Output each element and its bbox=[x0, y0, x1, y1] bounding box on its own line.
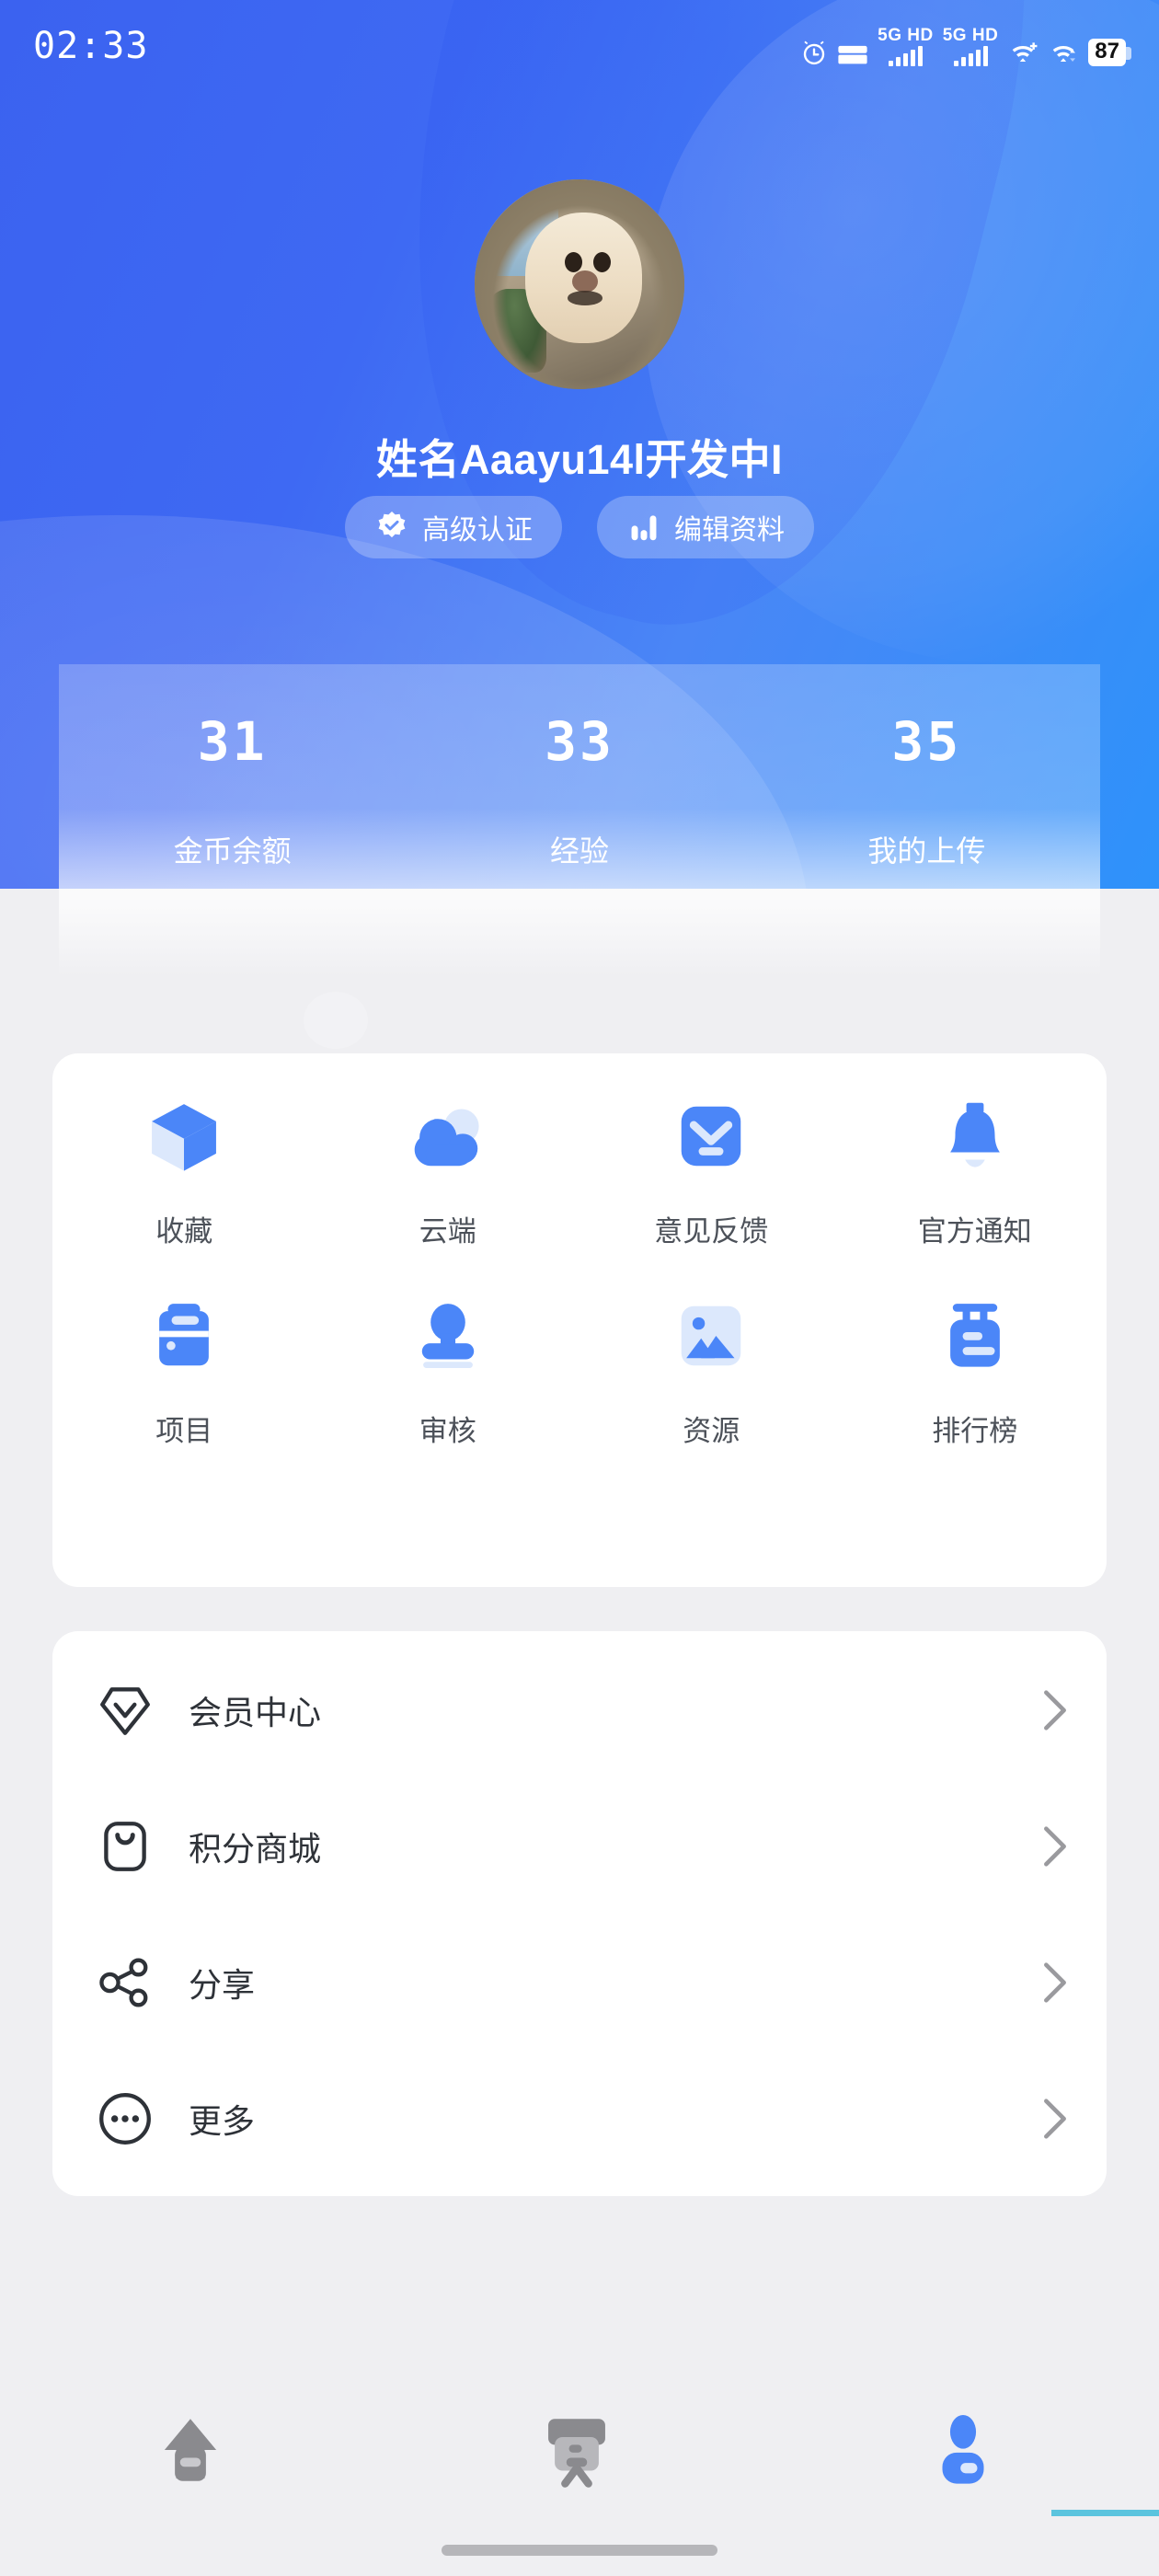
presentation-icon bbox=[535, 2409, 624, 2497]
chevron-right-icon bbox=[1037, 1958, 1073, 2007]
status-time: 02:33 bbox=[33, 25, 149, 67]
stat-label: 金币余额 bbox=[173, 834, 292, 868]
menu-item-label: 积分商城 bbox=[189, 1830, 322, 1868]
quick-actions-grid: 收藏 云端 意见反馈 官方通知 项目 审核 资源 排行榜 bbox=[52, 1092, 1107, 1449]
grid-item-label: 资源 bbox=[683, 1415, 740, 1447]
grid-item-label: 排行榜 bbox=[932, 1415, 1018, 1447]
avatar-snout bbox=[571, 270, 598, 293]
alarm-clock-icon bbox=[800, 39, 828, 66]
bed-icon bbox=[837, 42, 868, 66]
verified-badge-icon bbox=[374, 510, 409, 545]
stat-experience[interactable]: 33 经验 bbox=[406, 664, 752, 977]
cube-icon bbox=[140, 1092, 228, 1180]
grid-item-projects[interactable]: 项目 bbox=[52, 1292, 316, 1449]
verified-badge-button[interactable]: 高级认证 bbox=[345, 496, 562, 558]
grid-item-label: 审核 bbox=[419, 1415, 476, 1447]
stat-uploads[interactable]: 35 我的上传 bbox=[753, 664, 1100, 977]
stat-label: 我的上传 bbox=[867, 834, 986, 868]
avatar-eye-left bbox=[565, 251, 583, 272]
menu-item-label: 分享 bbox=[189, 1966, 256, 2004]
wifi-plus-icon bbox=[1007, 39, 1039, 66]
menu-item-member-center[interactable]: 会员中心 bbox=[52, 1642, 1107, 1778]
menu-item-share[interactable]: 分享 bbox=[52, 1915, 1107, 2051]
profile-badges: 高级认证 编辑资料 bbox=[0, 496, 1159, 558]
stamp-icon bbox=[404, 1292, 492, 1380]
sim2-signal: 5G HD bbox=[943, 27, 999, 66]
shopping-bag-icon bbox=[93, 1814, 157, 1879]
grid-item-label: 意见反馈 bbox=[654, 1215, 769, 1248]
vip-diamond-icon bbox=[93, 1678, 157, 1742]
tab-board[interactable] bbox=[386, 2392, 773, 2497]
edit-profile-label: 编辑资料 bbox=[674, 515, 785, 546]
bottom-tab-bar bbox=[0, 2392, 1159, 2521]
menu-item-more[interactable]: 更多 bbox=[52, 2051, 1107, 2187]
bell-icon bbox=[931, 1092, 1019, 1180]
grid-item-notice[interactable]: 官方通知 bbox=[843, 1092, 1107, 1249]
grid-item-feedback[interactable]: 意见反馈 bbox=[580, 1092, 843, 1249]
person-icon bbox=[922, 2409, 1010, 2497]
grid-item-label: 项目 bbox=[155, 1415, 213, 1447]
stat-value: 31 bbox=[197, 710, 268, 773]
share-nodes-icon bbox=[93, 1950, 157, 2015]
menu-item-label: 会员中心 bbox=[189, 1694, 322, 1731]
grid-item-label: 云端 bbox=[419, 1215, 476, 1248]
quick-actions-card: 收藏 云端 意见反馈 官方通知 项目 审核 资源 排行榜 bbox=[52, 1053, 1107, 1587]
leaderboard-board-icon bbox=[931, 1292, 1019, 1380]
menu-item-label: 更多 bbox=[189, 2102, 256, 2140]
screen-edge-indicator bbox=[1051, 2510, 1159, 2516]
avatar-eye-right bbox=[592, 251, 611, 272]
grid-item-label: 收藏 bbox=[155, 1215, 213, 1248]
gesture-bar[interactable] bbox=[442, 2545, 717, 2556]
chevron-right-icon bbox=[1037, 1822, 1073, 1871]
grid-item-cloud[interactable]: 云端 bbox=[316, 1092, 580, 1249]
tab-home[interactable] bbox=[0, 2392, 386, 2497]
wifi-transfer-icon bbox=[1048, 39, 1079, 66]
bar-chart-icon bbox=[626, 510, 661, 545]
grid-item-leaderboard[interactable]: 排行榜 bbox=[843, 1292, 1107, 1449]
stats-card: 31 金币余额 33 经验 35 我的上传 bbox=[59, 664, 1100, 977]
grid-item-favorites[interactable]: 收藏 bbox=[52, 1092, 316, 1249]
verified-badge-label: 高级认证 bbox=[422, 515, 533, 546]
avatar-dog-face bbox=[524, 213, 643, 343]
tab-profile[interactable] bbox=[773, 2392, 1159, 2497]
status-bar: 02:33 5G HD 5G HD 87 bbox=[0, 0, 1159, 92]
grid-item-label: 官方通知 bbox=[917, 1215, 1032, 1248]
toolbox-icon bbox=[140, 1292, 228, 1380]
stat-label: 经验 bbox=[549, 834, 609, 868]
grid-item-resources[interactable]: 资源 bbox=[580, 1292, 843, 1449]
chevron-right-icon bbox=[1037, 1685, 1073, 1735]
edit-profile-button[interactable]: 编辑资料 bbox=[597, 496, 814, 558]
stat-coins[interactable]: 31 金币余额 bbox=[59, 664, 406, 977]
sim1-signal: 5G HD bbox=[878, 27, 934, 66]
battery-indicator: 87 bbox=[1088, 39, 1131, 66]
menu-item-points-mall[interactable]: 积分商城 bbox=[52, 1778, 1107, 1915]
feedback-envelope-icon bbox=[667, 1092, 755, 1180]
chevron-right-icon bbox=[1037, 2094, 1073, 2144]
avatar[interactable] bbox=[475, 179, 684, 389]
username: 姓名Aaayu14l开发中I bbox=[375, 436, 784, 483]
stat-value: 33 bbox=[545, 710, 614, 773]
home-icon bbox=[149, 2409, 237, 2497]
avatar-mouth bbox=[567, 291, 602, 305]
status-icons: 5G HD 5G HD 87 bbox=[800, 27, 1131, 66]
cloud-icon bbox=[404, 1092, 492, 1180]
grid-item-review[interactable]: 审核 bbox=[316, 1292, 580, 1449]
stat-value: 35 bbox=[891, 710, 962, 773]
header-decor-dot bbox=[304, 992, 368, 1049]
signal-bars-icon bbox=[888, 45, 923, 66]
more-ellipsis-icon bbox=[93, 2087, 157, 2151]
settings-menu-card: 会员中心 积分商城 分享 更多 bbox=[52, 1631, 1107, 2196]
signal-bars-icon bbox=[953, 45, 988, 66]
image-icon bbox=[667, 1292, 755, 1380]
